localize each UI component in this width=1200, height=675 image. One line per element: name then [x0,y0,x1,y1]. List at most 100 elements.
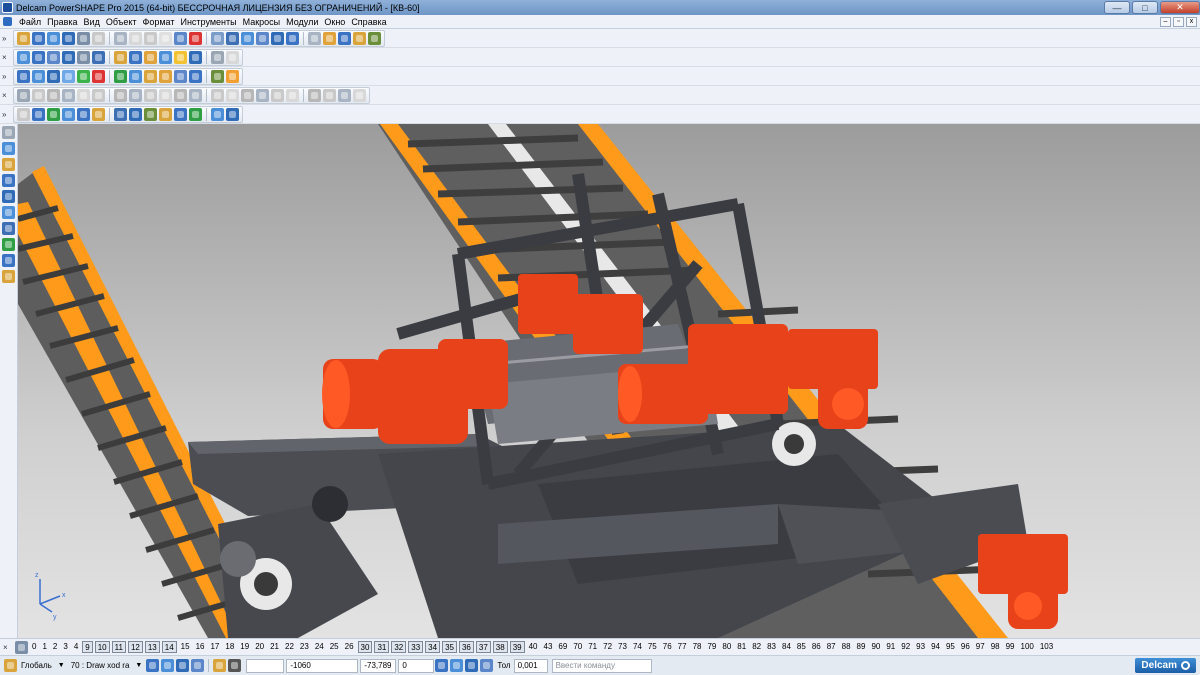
menu-macros[interactable]: Макросы [240,17,284,27]
toolbar-grip-icon[interactable]: » [2,72,11,81]
tolerance-field[interactable]: 0,001 [513,658,548,673]
level-button[interactable]: 83 [764,641,779,653]
toolbar-button-icon[interactable] [189,69,202,83]
toolbar-button-icon[interactable] [77,50,90,64]
snap-icon[interactable] [146,659,160,672]
z-coordinate-field[interactable]: 0 [398,658,435,673]
level-button[interactable]: 20 [252,641,267,653]
level-button[interactable]: 14 [161,641,177,653]
level-button[interactable]: 33 [408,641,424,653]
level-button[interactable]: 9 [82,641,93,653]
app-icon[interactable] [2,2,13,13]
toolbar-button-icon[interactable] [159,107,172,121]
toolbar-button-icon[interactable] [17,107,30,121]
toolbar-button-icon[interactable] [159,31,172,45]
level-button[interactable]: 12 [127,641,143,653]
toolbar-button-icon[interactable] [92,107,105,121]
toolbar-button-icon[interactable] [129,50,142,64]
toolbar-button-icon[interactable] [174,50,187,64]
toolbar-button-icon[interactable] [47,50,60,64]
level-button[interactable]: 100 [1018,641,1037,653]
level-button[interactable]: 72 [600,641,615,653]
level-button[interactable]: 76 [660,641,675,653]
toolbar-button-icon[interactable] [17,31,30,45]
toolbar-button-icon[interactable] [144,107,157,121]
level-button[interactable]: 18 [222,641,237,653]
toolbar-button-icon[interactable] [211,31,224,45]
toolbar-button-icon[interactable] [47,31,60,45]
toolbar-button-icon[interactable] [211,88,224,102]
toolbar-grip-icon[interactable]: » [2,34,11,43]
level-button[interactable]: 86 [809,641,824,653]
level-button[interactable]: 90 [868,641,883,653]
left-toolbar-button-icon[interactable] [2,206,15,219]
level-button[interactable]: 40 [526,641,541,653]
level-button[interactable]: 31 [374,641,390,653]
toolbar-button-icon[interactable] [77,88,90,102]
level-button[interactable]: 84 [779,641,794,653]
toolbar-button-icon[interactable] [62,107,75,121]
workplane-select[interactable]: Глобаль [18,659,55,673]
toolbar-button-icon[interactable] [47,107,60,121]
graphics-viewport[interactable]: z x y [18,124,1200,638]
toolbar-button-icon[interactable] [189,31,202,45]
toolbar-button-icon[interactable] [114,69,127,83]
level-button[interactable]: 22 [282,641,297,653]
toolbar-button-icon[interactable] [286,31,299,45]
mdi-close-button[interactable]: x [1186,16,1197,27]
toolbar-button-icon[interactable] [226,88,239,102]
level-button[interactable]: 39 [509,641,525,653]
toolbar-button-icon[interactable] [159,50,172,64]
level-button[interactable]: 43 [541,641,556,653]
level-button[interactable]: 34 [425,641,441,653]
toolbar-button-icon[interactable] [323,31,336,45]
toolbar-button-icon[interactable] [323,88,336,102]
toolbar-button-icon[interactable] [174,69,187,83]
toolbar-button-icon[interactable] [114,31,127,45]
toolbar-button-icon[interactable] [17,50,30,64]
level-button[interactable]: 21 [267,641,282,653]
toolbar-button-icon[interactable] [368,31,381,45]
toolbar-button-icon[interactable] [129,107,142,121]
toolbar-grip-icon[interactable]: » [2,110,11,119]
left-toolbar-button-icon[interactable] [2,158,15,171]
toolbar-button-icon[interactable] [32,107,45,121]
left-toolbar-button-icon[interactable] [2,142,15,155]
toolbar-button-icon[interactable] [226,31,239,45]
toolbar-button-icon[interactable] [144,31,157,45]
toolbar-button-icon[interactable] [226,50,239,64]
toolbar-button-icon[interactable] [174,107,187,121]
level-button[interactable]: 10 [94,641,110,653]
toolbar-button-icon[interactable] [62,31,75,45]
toolbar-button-icon[interactable] [353,31,366,45]
levels-icon[interactable] [15,640,28,654]
grid-value-field[interactable] [246,658,285,673]
level-button[interactable]: 74 [630,641,645,653]
left-toolbar-button-icon[interactable] [2,222,15,235]
toolbar-grip-icon[interactable]: × [2,91,11,100]
level-chevron-down-icon[interactable]: ▼ [135,662,142,669]
toolbar-button-icon[interactable] [144,50,157,64]
level-button[interactable]: 4 [71,641,81,653]
level-button[interactable]: 98 [988,641,1003,653]
toolbar-button-icon[interactable] [211,69,224,83]
left-toolbar-button-icon[interactable] [2,174,15,187]
menu-window[interactable]: Окно [321,17,348,27]
toolbar-button-icon[interactable] [338,31,351,45]
toolbar-button-icon[interactable] [211,107,224,121]
menu-help[interactable]: Справка [348,17,389,27]
toolbar-button-icon[interactable] [32,31,45,45]
toolbar-grip-icon[interactable]: × [2,53,11,62]
toolbar-button-icon[interactable] [17,69,30,83]
level-button[interactable]: 2 [50,641,60,653]
toolbar-button-icon[interactable] [144,69,157,83]
level-button[interactable]: 38 [492,641,508,653]
distance-icon[interactable] [450,659,464,672]
toolbar-button-icon[interactable] [92,31,105,45]
menu-tools[interactable]: Инструменты [177,17,239,27]
level-button[interactable]: 24 [312,641,327,653]
toolbar-button-icon[interactable] [32,69,45,83]
grid-icon[interactable] [228,659,242,672]
toolbar-button-icon[interactable] [338,88,351,102]
level-button[interactable]: 73 [615,641,630,653]
